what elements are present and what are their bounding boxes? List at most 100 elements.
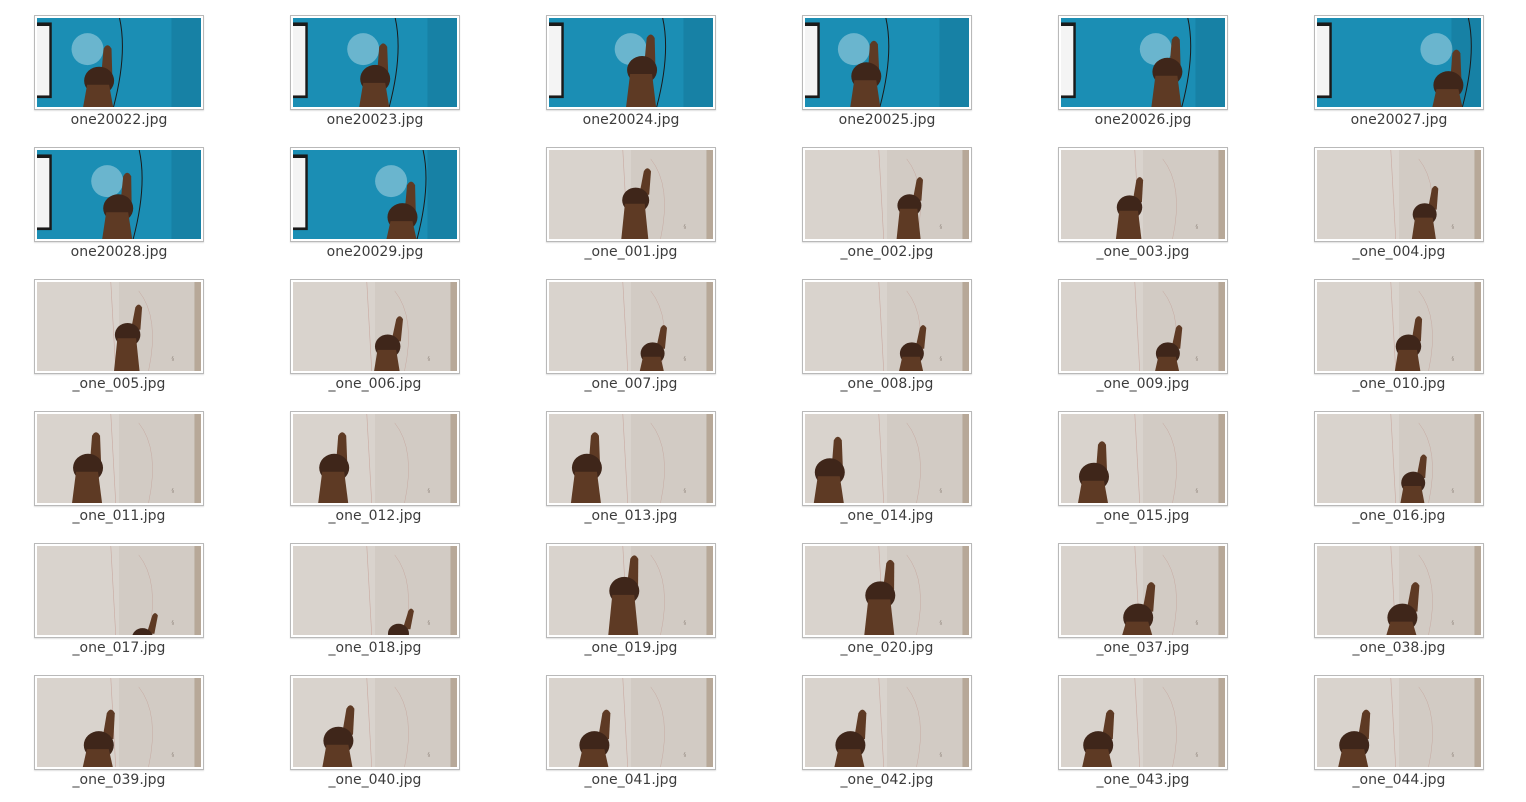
thumbnail-frame[interactable]: § <box>34 543 204 638</box>
thumbnail-frame[interactable]: § <box>1314 279 1484 374</box>
file-item[interactable]: § _one_006.jpg <box>290 279 460 401</box>
thumbnail-frame[interactable] <box>1314 15 1484 110</box>
file-item[interactable]: § _one_041.jpg <box>546 675 716 797</box>
thumbnail-frame[interactable]: § <box>34 279 204 374</box>
file-name-label: _one_005.jpg <box>72 376 166 392</box>
thumbnail-frame[interactable]: § <box>802 411 972 506</box>
file-item[interactable]: § _one_002.jpg <box>802 147 972 269</box>
thumbnail-frame[interactable] <box>34 147 204 242</box>
thumbnail-frame[interactable]: § <box>546 543 716 638</box>
file-item[interactable]: § _one_037.jpg <box>1058 543 1228 665</box>
file-item[interactable]: § _one_004.jpg <box>1314 147 1484 269</box>
thumbnail-image: § <box>1061 678 1225 767</box>
file-item[interactable]: § _one_001.jpg <box>546 147 716 269</box>
thumbnail-frame[interactable] <box>802 15 972 110</box>
thumbnail-frame[interactable] <box>1058 15 1228 110</box>
thumbnail-frame[interactable] <box>34 15 204 110</box>
thumbnail-frame[interactable]: § <box>1058 675 1228 770</box>
file-item[interactable]: § _one_019.jpg <box>546 543 716 665</box>
file-item[interactable]: one20027.jpg <box>1314 15 1484 137</box>
file-item[interactable]: § _one_039.jpg <box>34 675 204 797</box>
file-name-label: _one_012.jpg <box>328 508 422 524</box>
file-name-label: _one_040.jpg <box>328 772 422 788</box>
file-item[interactable]: one20026.jpg <box>1058 15 1228 137</box>
file-item[interactable]: § _one_042.jpg <box>802 675 972 797</box>
file-item[interactable]: § _one_017.jpg <box>34 543 204 665</box>
file-item[interactable]: § _one_005.jpg <box>34 279 204 401</box>
file-name-label: _one_004.jpg <box>1352 244 1446 260</box>
thumbnail-frame[interactable]: § <box>546 411 716 506</box>
file-name-label: _one_039.jpg <box>72 772 166 788</box>
file-item[interactable]: § _one_013.jpg <box>546 411 716 533</box>
thumbnail-frame[interactable] <box>546 15 716 110</box>
thumbnail-frame[interactable]: § <box>1058 543 1228 638</box>
thumbnail-frame[interactable]: § <box>290 279 460 374</box>
file-item[interactable]: § _one_003.jpg <box>1058 147 1228 269</box>
thumbnail-frame[interactable]: § <box>1058 411 1228 506</box>
thumbnail-frame[interactable]: § <box>34 411 204 506</box>
thumbnail-image: § <box>1061 282 1225 371</box>
file-name-label: _one_041.jpg <box>584 772 678 788</box>
file-name-label: _one_015.jpg <box>1096 508 1190 524</box>
file-item[interactable]: § _one_018.jpg <box>290 543 460 665</box>
thumbnail-image: § <box>1061 414 1225 503</box>
thumbnail-frame[interactable]: § <box>1314 675 1484 770</box>
thumbnail-frame[interactable]: § <box>546 147 716 242</box>
file-name-label: one20029.jpg <box>326 244 424 260</box>
thumbnail-frame[interactable]: § <box>290 543 460 638</box>
thumbnail-image <box>293 18 457 107</box>
thumbnail-frame[interactable]: § <box>546 279 716 374</box>
file-item[interactable]: one20023.jpg <box>290 15 460 137</box>
thumbnail-image: § <box>805 414 969 503</box>
file-item[interactable]: § _one_012.jpg <box>290 411 460 533</box>
file-item[interactable]: § _one_010.jpg <box>1314 279 1484 401</box>
thumbnail-frame[interactable] <box>290 147 460 242</box>
file-item[interactable]: § _one_016.jpg <box>1314 411 1484 533</box>
file-item[interactable]: one20028.jpg <box>34 147 204 269</box>
thumbnail-image: § <box>549 678 713 767</box>
file-item[interactable]: § _one_020.jpg <box>802 543 972 665</box>
thumbnail-frame[interactable]: § <box>1314 147 1484 242</box>
file-item[interactable]: § _one_009.jpg <box>1058 279 1228 401</box>
file-item[interactable]: § _one_015.jpg <box>1058 411 1228 533</box>
file-item[interactable]: § _one_043.jpg <box>1058 675 1228 797</box>
thumbnail-frame[interactable]: § <box>290 675 460 770</box>
thumbnail-image: § <box>549 282 713 371</box>
thumbnail-frame[interactable]: § <box>1058 279 1228 374</box>
thumbnail-frame[interactable]: § <box>1314 411 1484 506</box>
thumbnail-frame[interactable] <box>290 15 460 110</box>
file-item[interactable]: § _one_008.jpg <box>802 279 972 401</box>
thumbnail-image: § <box>1317 546 1481 635</box>
thumbnail-frame[interactable]: § <box>802 543 972 638</box>
file-item[interactable]: § _one_014.jpg <box>802 411 972 533</box>
file-name-label: _one_007.jpg <box>584 376 678 392</box>
file-name-label: one20028.jpg <box>70 244 168 260</box>
thumbnail-frame[interactable]: § <box>546 675 716 770</box>
thumbnail-image: § <box>293 546 457 635</box>
file-item[interactable]: one20024.jpg <box>546 15 716 137</box>
file-item[interactable]: § _one_007.jpg <box>546 279 716 401</box>
file-name-label: _one_043.jpg <box>1096 772 1190 788</box>
thumbnail-frame[interactable]: § <box>802 675 972 770</box>
thumbnail-frame[interactable]: § <box>802 147 972 242</box>
thumbnail-frame[interactable]: § <box>34 675 204 770</box>
thumbnail-frame[interactable]: § <box>1058 147 1228 242</box>
file-item[interactable]: one20029.jpg <box>290 147 460 269</box>
file-item[interactable]: § _one_044.jpg <box>1314 675 1484 797</box>
thumbnail-frame[interactable]: § <box>1314 543 1484 638</box>
thumbnail-image: § <box>1061 546 1225 635</box>
file-name-label: _one_037.jpg <box>1096 640 1190 656</box>
file-name-label: one20023.jpg <box>326 112 424 128</box>
thumbnail-frame[interactable]: § <box>802 279 972 374</box>
thumbnail-image <box>1061 18 1225 107</box>
file-item[interactable]: § _one_040.jpg <box>290 675 460 797</box>
thumbnail-frame[interactable]: § <box>290 411 460 506</box>
file-item[interactable]: § _one_038.jpg <box>1314 543 1484 665</box>
file-name-label: _one_011.jpg <box>72 508 166 524</box>
file-item[interactable]: one20022.jpg <box>34 15 204 137</box>
thumbnail-image <box>293 150 457 239</box>
file-name-label: _one_018.jpg <box>328 640 422 656</box>
thumbnail-image <box>37 18 201 107</box>
file-item[interactable]: § _one_011.jpg <box>34 411 204 533</box>
file-item[interactable]: one20025.jpg <box>802 15 972 137</box>
